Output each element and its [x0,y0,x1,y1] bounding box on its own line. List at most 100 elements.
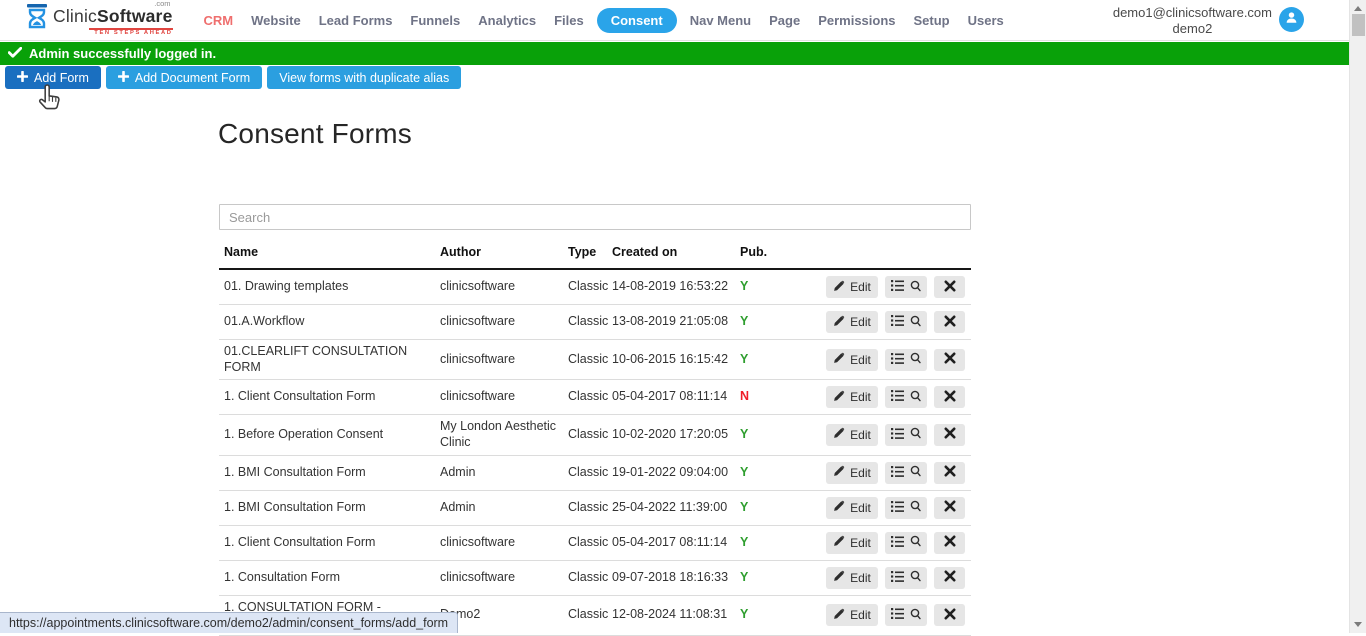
cell-created-on: 19-01-2022 09:04:00 [607,461,735,485]
edit-button[interactable]: Edit [826,311,878,333]
cell-pub: Y [735,310,821,334]
cell-pub: Y [735,348,821,372]
pencil-icon [833,390,845,405]
scroll-up-arrow-icon[interactable] [1354,6,1362,11]
clinicsoftware-logo[interactable]: ClinicSoftware .com TEN STEPS AHEAD [26,4,173,37]
nav-item-files[interactable]: Files [545,8,593,33]
cell-actions: Edit [821,528,973,558]
view-details-button[interactable] [885,532,927,554]
nav-item-page[interactable]: Page [760,8,809,33]
nav-item-permissions[interactable]: Permissions [809,8,904,33]
nav-item-consent[interactable]: Consent [597,8,677,33]
nav-item-users[interactable]: Users [959,8,1013,33]
cell-created-on: 05-04-2017 08:11:14 [607,385,735,409]
view-duplicate-alias-button[interactable]: View forms with duplicate alias [267,66,461,89]
delete-button[interactable] [934,386,965,408]
magnifier-icon [910,280,921,295]
table-row: 1. BMI Consultation Form Admin Classic 1… [219,456,971,491]
nav-item-setup[interactable]: Setup [905,8,959,33]
cell-actions: Edit [821,420,973,450]
edit-button[interactable]: Edit [826,276,878,298]
user-account: demo2 [1113,21,1272,37]
success-alert: Admin successfully logged in. [0,42,1349,65]
view-details-button[interactable] [885,276,927,298]
cell-name: 01. Drawing templates [219,275,435,299]
pencil-icon [833,570,845,585]
col-header-pub: Pub. [735,245,821,259]
edit-button[interactable]: Edit [826,386,878,408]
delete-button[interactable] [934,497,965,519]
list-icon [891,352,905,368]
edit-button[interactable]: Edit [826,532,878,554]
nav-item-crm[interactable]: CRM [195,8,243,33]
nav-items: CRMWebsiteLead FormsFunnelsAnalyticsFile… [195,8,1013,33]
cell-created-on: 25-04-2022 11:39:00 [607,496,735,520]
delete-button[interactable] [934,349,965,371]
cell-type: Classic [563,496,607,520]
search-input[interactable] [219,204,971,230]
nav-item-website[interactable]: Website [242,8,310,33]
table-header: Name Author Type Created on Pub. [219,240,971,270]
magnifier-icon [910,352,921,367]
cell-pub: N [735,385,821,409]
avatar[interactable] [1279,7,1304,32]
list-icon [891,389,905,405]
edit-button[interactable]: Edit [826,462,878,484]
scroll-down-arrow-icon[interactable] [1354,622,1362,627]
view-details-button[interactable] [885,424,927,446]
magnifier-icon [910,500,921,515]
edit-button[interactable]: Edit [826,604,878,626]
cell-created-on: 10-06-2015 16:15:42 [607,348,735,372]
edit-button[interactable]: Edit [826,349,878,371]
delete-button[interactable] [934,567,965,589]
cell-actions: Edit [821,563,973,593]
close-icon [944,608,956,623]
view-details-button[interactable] [885,386,927,408]
delete-button[interactable] [934,532,965,554]
cell-actions: Edit [821,458,973,488]
table-row: 1. Client Consultation Form clinicsoftwa… [219,526,971,561]
cell-author: Admin [435,461,563,485]
edit-button[interactable]: Edit [826,567,878,589]
table-row: 1. Client Consultation Form clinicsoftwa… [219,380,971,415]
close-icon [944,352,956,367]
delete-button[interactable] [934,604,965,626]
nav-item-analytics[interactable]: Analytics [469,8,545,33]
nav-item-lead-forms[interactable]: Lead Forms [310,8,402,33]
view-details-button[interactable] [885,462,927,484]
pencil-icon [833,280,845,295]
delete-button[interactable] [934,462,965,484]
delete-button[interactable] [934,311,965,333]
view-details-button[interactable] [885,497,927,519]
nav-item-funnels[interactable]: Funnels [401,8,469,33]
view-details-button[interactable] [885,567,927,589]
add-document-form-button[interactable]: Add Document Form [106,66,262,89]
cell-type: Classic [563,310,607,334]
magnifier-icon [910,535,921,550]
nav-item-nav-menu[interactable]: Nav Menu [681,8,760,33]
close-icon [944,535,956,550]
cell-actions: Edit [821,345,973,375]
table-body: 01. Drawing templates clinicsoftware Cla… [219,270,971,636]
close-icon [944,390,956,405]
view-details-button[interactable] [885,311,927,333]
delete-button[interactable] [934,424,965,446]
edit-button[interactable]: Edit [826,424,878,446]
scrollbar-thumb[interactable] [1352,14,1365,36]
pencil-icon [833,352,845,367]
view-details-button[interactable] [885,349,927,371]
cell-actions: Edit [821,382,973,412]
table-row: 1. BMI Consultation Form Admin Classic 2… [219,491,971,526]
cell-author: clinicsoftware [435,531,563,555]
brand-tld: .com [154,0,170,7]
edit-button[interactable]: Edit [826,497,878,519]
consent-forms-table: Name Author Type Created on Pub. 01. Dra… [219,240,971,636]
cell-author: clinicsoftware [435,348,563,372]
view-details-button[interactable] [885,604,927,626]
pencil-icon [833,608,845,623]
add-form-button[interactable]: Add Form [5,66,101,89]
table-row: 01.CLEARLIFT CONSULTATION FORM clinicsof… [219,340,971,380]
list-icon [891,427,905,443]
magnifier-icon [910,315,921,330]
delete-button[interactable] [934,276,965,298]
